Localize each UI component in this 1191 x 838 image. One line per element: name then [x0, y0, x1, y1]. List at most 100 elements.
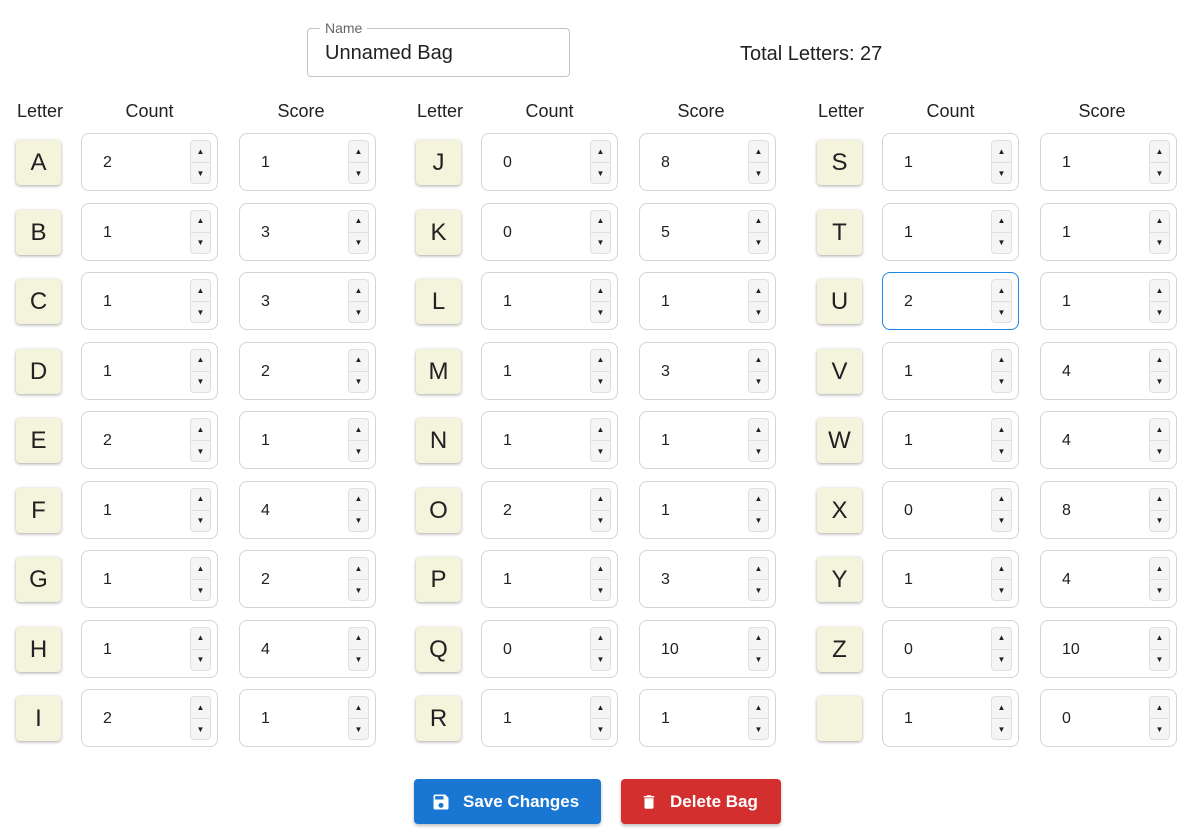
- decrement-icon[interactable]: ▼: [349, 580, 368, 600]
- decrement-icon[interactable]: ▼: [191, 163, 210, 183]
- increment-icon[interactable]: ▲: [992, 558, 1011, 580]
- score-input[interactable]: 1 ▲ ▼: [1040, 202, 1177, 261]
- increment-icon[interactable]: ▲: [591, 697, 610, 719]
- spinner[interactable]: ▲ ▼: [748, 626, 769, 671]
- decrement-icon[interactable]: ▼: [992, 441, 1011, 461]
- increment-icon[interactable]: ▲: [1150, 141, 1169, 163]
- increment-icon[interactable]: ▲: [992, 628, 1011, 650]
- increment-icon[interactable]: ▲: [749, 141, 768, 163]
- spinner[interactable]: ▲ ▼: [991, 696, 1012, 740]
- score-input[interactable]: 1 ▲ ▼: [239, 411, 376, 469]
- count-input[interactable]: 2 ▲ ▼: [81, 133, 218, 191]
- count-input[interactable]: 1 ▲ ▼: [882, 202, 1019, 261]
- increment-icon[interactable]: ▲: [349, 350, 368, 372]
- spinner[interactable]: ▲ ▼: [190, 418, 211, 462]
- spinner[interactable]: ▲ ▼: [590, 279, 611, 323]
- spinner[interactable]: ▲ ▼: [190, 140, 211, 184]
- score-input[interactable]: 2 ▲ ▼: [239, 341, 376, 400]
- decrement-icon[interactable]: ▼: [349, 511, 368, 531]
- score-input[interactable]: 1 ▲ ▼: [639, 480, 776, 539]
- increment-icon[interactable]: ▲: [749, 489, 768, 511]
- score-input[interactable]: 4 ▲ ▼: [1040, 341, 1177, 400]
- count-input[interactable]: 2 ▲ ▼: [882, 272, 1019, 330]
- decrement-icon[interactable]: ▼: [591, 511, 610, 531]
- spinner[interactable]: ▲ ▼: [748, 140, 769, 184]
- score-input[interactable]: 0 ▲ ▼: [1040, 689, 1177, 747]
- decrement-icon[interactable]: ▼: [591, 650, 610, 670]
- spinner[interactable]: ▲ ▼: [348, 487, 369, 532]
- decrement-icon[interactable]: ▼: [749, 233, 768, 253]
- spinner[interactable]: ▲ ▼: [190, 626, 211, 671]
- decrement-icon[interactable]: ▼: [992, 719, 1011, 739]
- spinner[interactable]: ▲ ▼: [748, 557, 769, 601]
- spinner[interactable]: ▲ ▼: [190, 348, 211, 393]
- increment-icon[interactable]: ▲: [191, 419, 210, 441]
- score-input[interactable]: 3 ▲ ▼: [639, 341, 776, 400]
- score-input[interactable]: 3 ▲ ▼: [239, 202, 376, 261]
- decrement-icon[interactable]: ▼: [749, 580, 768, 600]
- decrement-icon[interactable]: ▼: [191, 372, 210, 392]
- increment-icon[interactable]: ▲: [992, 697, 1011, 719]
- decrement-icon[interactable]: ▼: [749, 163, 768, 183]
- decrement-icon[interactable]: ▼: [349, 719, 368, 739]
- increment-icon[interactable]: ▲: [992, 419, 1011, 441]
- spinner[interactable]: ▲ ▼: [1149, 348, 1170, 393]
- decrement-icon[interactable]: ▼: [349, 650, 368, 670]
- increment-icon[interactable]: ▲: [749, 211, 768, 233]
- spinner[interactable]: ▲ ▼: [190, 279, 211, 323]
- score-input[interactable]: 4 ▲ ▼: [1040, 550, 1177, 608]
- increment-icon[interactable]: ▲: [191, 489, 210, 511]
- increment-icon[interactable]: ▲: [191, 141, 210, 163]
- decrement-icon[interactable]: ▼: [749, 511, 768, 531]
- count-input[interactable]: 0 ▲ ▼: [481, 619, 618, 678]
- score-input[interactable]: 4 ▲ ▼: [1040, 411, 1177, 469]
- count-input[interactable]: 1 ▲ ▼: [481, 550, 618, 608]
- decrement-icon[interactable]: ▼: [749, 650, 768, 670]
- decrement-icon[interactable]: ▼: [191, 580, 210, 600]
- count-input[interactable]: 1 ▲ ▼: [81, 272, 218, 330]
- increment-icon[interactable]: ▲: [349, 697, 368, 719]
- spinner[interactable]: ▲ ▼: [348, 626, 369, 671]
- spinner[interactable]: ▲ ▼: [590, 487, 611, 532]
- increment-icon[interactable]: ▲: [1150, 350, 1169, 372]
- decrement-icon[interactable]: ▼: [191, 650, 210, 670]
- decrement-icon[interactable]: ▼: [591, 302, 610, 322]
- score-input[interactable]: 1 ▲ ▼: [1040, 272, 1177, 330]
- increment-icon[interactable]: ▲: [591, 141, 610, 163]
- increment-icon[interactable]: ▲: [349, 280, 368, 302]
- score-input[interactable]: 8 ▲ ▼: [639, 133, 776, 191]
- count-input[interactable]: 2 ▲ ▼: [481, 480, 618, 539]
- spinner[interactable]: ▲ ▼: [590, 696, 611, 740]
- decrement-icon[interactable]: ▼: [749, 719, 768, 739]
- count-input[interactable]: 2 ▲ ▼: [81, 689, 218, 747]
- decrement-icon[interactable]: ▼: [591, 163, 610, 183]
- score-input[interactable]: 5 ▲ ▼: [639, 202, 776, 261]
- spinner[interactable]: ▲ ▼: [1149, 418, 1170, 462]
- score-input[interactable]: 8 ▲ ▼: [1040, 480, 1177, 539]
- score-input[interactable]: 1 ▲ ▼: [239, 133, 376, 191]
- spinner[interactable]: ▲ ▼: [991, 557, 1012, 601]
- count-input[interactable]: 0 ▲ ▼: [882, 619, 1019, 678]
- increment-icon[interactable]: ▲: [591, 558, 610, 580]
- increment-icon[interactable]: ▲: [591, 628, 610, 650]
- score-input[interactable]: 2 ▲ ▼: [239, 550, 376, 608]
- decrement-icon[interactable]: ▼: [191, 511, 210, 531]
- increment-icon[interactable]: ▲: [191, 697, 210, 719]
- decrement-icon[interactable]: ▼: [992, 233, 1011, 253]
- spinner[interactable]: ▲ ▼: [991, 209, 1012, 254]
- score-input[interactable]: 10 ▲ ▼: [1040, 619, 1177, 678]
- spinner[interactable]: ▲ ▼: [1149, 626, 1170, 671]
- count-input[interactable]: 1 ▲ ▼: [882, 689, 1019, 747]
- decrement-icon[interactable]: ▼: [591, 372, 610, 392]
- spinner[interactable]: ▲ ▼: [1149, 696, 1170, 740]
- spinner[interactable]: ▲ ▼: [190, 487, 211, 532]
- decrement-icon[interactable]: ▼: [349, 372, 368, 392]
- increment-icon[interactable]: ▲: [191, 558, 210, 580]
- count-input[interactable]: 1 ▲ ▼: [481, 341, 618, 400]
- count-input[interactable]: 1 ▲ ▼: [481, 272, 618, 330]
- spinner[interactable]: ▲ ▼: [991, 348, 1012, 393]
- decrement-icon[interactable]: ▼: [749, 372, 768, 392]
- increment-icon[interactable]: ▲: [749, 697, 768, 719]
- spinner[interactable]: ▲ ▼: [1149, 487, 1170, 532]
- decrement-icon[interactable]: ▼: [992, 580, 1011, 600]
